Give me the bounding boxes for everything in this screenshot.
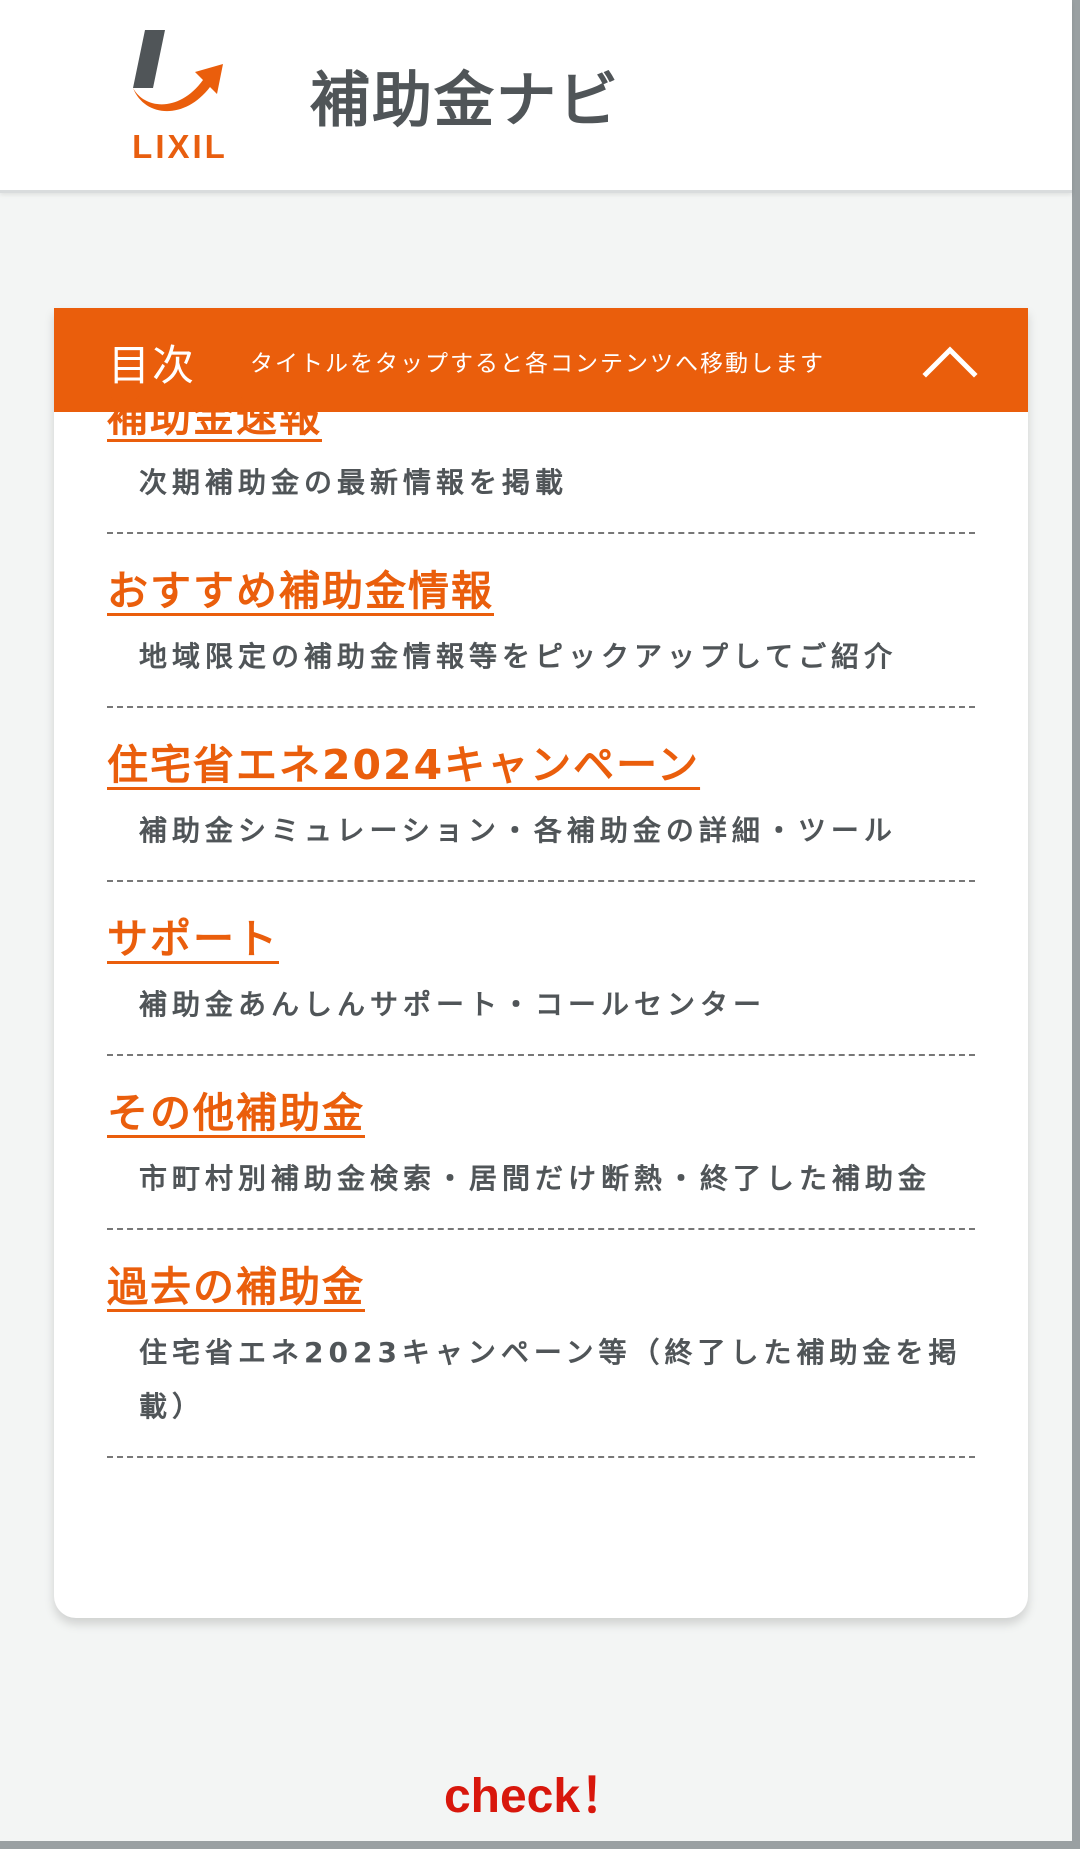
toc-link[interactable]: 住宅省エネ2024キャンペーン bbox=[107, 730, 700, 800]
toc-item-description: 補助金あんしんサポート・コールセンター bbox=[139, 988, 767, 1021]
app-header: LIXIL 補助金ナビ bbox=[0, 0, 1072, 193]
app-title: 補助金ナビ bbox=[310, 66, 620, 136]
toc-item-description: 住宅省エネ2023キャンペーン等（終了した補助金を掲載） bbox=[139, 1336, 962, 1423]
table-of-contents: 目次 タイトルをタップすると各コンテンツへ移動します 補助金速報 次期補助金の最… bbox=[54, 308, 1028, 1618]
toc-item-description: 次期補助金の最新情報を掲載 bbox=[139, 466, 569, 499]
toc-link[interactable]: 補助金速報 bbox=[107, 382, 322, 452]
lixil-logo-mark bbox=[133, 30, 223, 112]
toc-link[interactable]: おすすめ補助金情報 bbox=[107, 556, 494, 626]
lixil-logo-text: LIXIL bbox=[132, 128, 228, 165]
toc-item-subsidy-news: 補助金速報 次期補助金の最新情報を掲載 bbox=[107, 382, 975, 534]
toc-link[interactable]: サポート bbox=[107, 904, 279, 974]
toc-list: 補助金速報 次期補助金の最新情報を掲載 おすすめ補助金情報 地域限定の補助金情報… bbox=[107, 382, 975, 1480]
toc-item-description: 補助金シミュレーション・各補助金の詳細・ツール bbox=[139, 814, 897, 847]
toc-item-other-subsidies: その他補助金 市町村別補助金検索・居間だけ断熱・終了した補助金 bbox=[107, 1078, 975, 1230]
screen-frame: LIXIL 補助金ナビ 目次 タイトルをタップすると各コンテンツへ移動します 補… bbox=[0, 0, 1080, 1849]
toc-item-past-subsidies: 過去の補助金 住宅省エネ2023キャンペーン等（終了した補助金を掲載） bbox=[107, 1252, 975, 1458]
toc-item-campaign-2024: 住宅省エネ2024キャンペーン 補助金シミュレーション・各補助金の詳細・ツール bbox=[107, 730, 975, 882]
lixil-logo[interactable]: LIXIL bbox=[125, 30, 235, 165]
toc-item-recommended: おすすめ補助金情報 地域限定の補助金情報等をピックアップしてご紹介 bbox=[107, 556, 975, 708]
toc-item-support: サポート 補助金あんしんサポート・コールセンター bbox=[107, 904, 975, 1056]
check-caption: check！ bbox=[443, 1770, 629, 1823]
toc-item-description: 地域限定の補助金情報等をピックアップしてご紹介 bbox=[139, 640, 898, 673]
toc-link[interactable]: 過去の補助金 bbox=[107, 1252, 365, 1322]
toc-hint: タイトルをタップすると各コンテンツへ移動します bbox=[250, 351, 825, 377]
toc-link[interactable]: その他補助金 bbox=[107, 1078, 365, 1148]
toc-item-description: 市町村別補助金検索・居間だけ断熱・終了した補助金 bbox=[139, 1162, 932, 1195]
